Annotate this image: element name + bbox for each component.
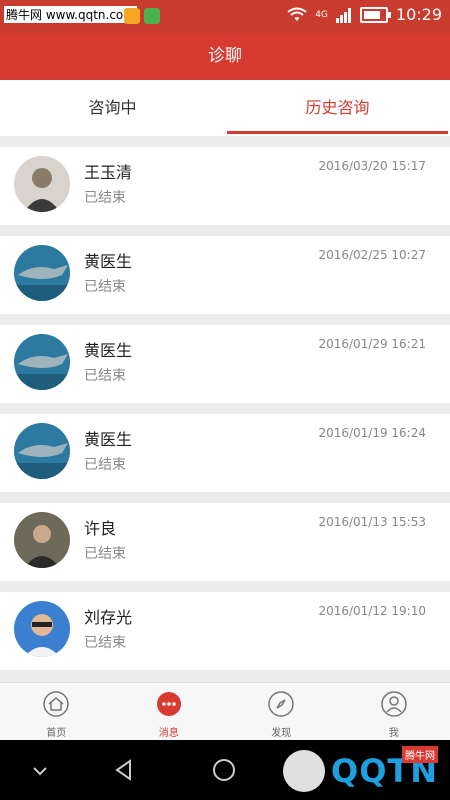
watermark-logo-icon xyxy=(282,750,325,792)
clock: 10:29 xyxy=(395,5,442,24)
consultation-item[interactable]: 黄医生 已结束 2016/02/25 10:27 xyxy=(0,236,450,314)
doctor-name: 王玉清 xyxy=(84,163,133,182)
tab-label: 咨询中 xyxy=(88,98,137,117)
bottom-nav: 首页 消息 发现 我 xyxy=(0,682,450,741)
consultation-item[interactable]: 许良 已结束 2016/01/13 15:53 xyxy=(0,503,450,581)
avatar xyxy=(14,156,70,212)
chat-icon xyxy=(156,692,181,716)
active-tab-indicator xyxy=(227,131,448,134)
avatar xyxy=(14,245,70,301)
avatar xyxy=(14,601,70,657)
consultation-status: 已结束 xyxy=(84,279,126,295)
tab-history[interactable]: 历史咨询 xyxy=(225,80,450,136)
consultation-status: 已结束 xyxy=(84,368,126,384)
system-nav-bar: QQTN 腾牛网 xyxy=(0,740,450,800)
app-notification-icon xyxy=(144,8,160,24)
back-icon[interactable] xyxy=(110,756,138,784)
nav-label: 消息 xyxy=(158,728,179,739)
nav-label: 我 xyxy=(388,728,399,739)
doctor-name: 黄医生 xyxy=(84,430,133,449)
consultation-status: 已结束 xyxy=(84,635,126,651)
consultation-status: 已结束 xyxy=(84,546,126,562)
battery-icon xyxy=(359,6,391,23)
doctor-name: 黄医生 xyxy=(84,252,133,271)
consultation-status: 已结束 xyxy=(84,457,126,473)
doctor-name: 黄医生 xyxy=(84,341,133,360)
home-circle-icon[interactable] xyxy=(210,756,238,784)
consultation-item[interactable]: 黄医生 已结束 2016/01/19 16:24 xyxy=(0,414,450,492)
tab-label: 历史咨询 xyxy=(305,98,370,117)
avatar xyxy=(14,423,70,479)
consultation-time: 2016/01/19 16:24 xyxy=(318,426,426,440)
status-right: 4G 10:29 xyxy=(287,5,442,24)
consultation-time: 2016/01/29 16:21 xyxy=(318,337,426,351)
signal-icon xyxy=(335,7,351,23)
nav-label: 首页 xyxy=(46,728,67,739)
nav-label: 发现 xyxy=(271,728,292,739)
doctor-name: 许良 xyxy=(84,519,117,538)
consultation-time: 2016/03/20 15:17 xyxy=(318,159,426,173)
avatar xyxy=(14,512,70,568)
chevron-down-icon[interactable] xyxy=(26,756,54,784)
consultation-time: 2016/02/25 10:27 xyxy=(318,248,426,262)
nav-home[interactable]: 首页 xyxy=(0,683,113,741)
app-header: 诊聊 xyxy=(0,33,450,80)
user-icon xyxy=(381,691,407,717)
app-notification-icon xyxy=(124,8,140,24)
tab-ongoing[interactable]: 咨询中 xyxy=(0,80,225,136)
nav-messages[interactable]: 消息 xyxy=(113,683,226,741)
consultation-item[interactable]: 黄医生 已结束 2016/01/29 16:21 xyxy=(0,325,450,403)
consultation-status: 已结束 xyxy=(84,190,126,206)
consultation-time: 2016/01/12 19:10 xyxy=(318,604,426,618)
network-type: 4G xyxy=(315,9,328,20)
tab-bar: 咨询中 历史咨询 xyxy=(0,80,450,136)
watermark-tag: 腾牛网 xyxy=(402,746,438,763)
consultation-item[interactable]: 王玉清 已结束 2016/03/20 15:17 xyxy=(0,147,450,225)
page-title: 诊聊 xyxy=(208,46,242,66)
compass-icon xyxy=(268,691,294,717)
home-icon xyxy=(43,691,69,717)
nav-discover[interactable]: 发现 xyxy=(225,683,338,741)
status-bar: 腾牛网 www.qqtn.com 4G 10:29 xyxy=(0,0,450,33)
avatar xyxy=(14,334,70,390)
status-app-icons xyxy=(124,8,160,24)
consultation-item[interactable]: 刘存光 已结束 2016/01/12 19:10 xyxy=(0,592,450,670)
consultation-time: 2016/01/13 15:53 xyxy=(318,515,426,529)
consultation-list: 王玉清 已结束 2016/03/20 15:17 黄医生 已结束 2016/02… xyxy=(0,147,450,681)
doctor-name: 刘存光 xyxy=(84,608,133,627)
status-watermark-text: 腾牛网 www.qqtn.com xyxy=(4,6,137,23)
wifi-icon xyxy=(287,7,307,21)
nav-me[interactable]: 我 xyxy=(338,683,450,741)
watermark: QQTN 腾牛网 xyxy=(282,746,438,792)
